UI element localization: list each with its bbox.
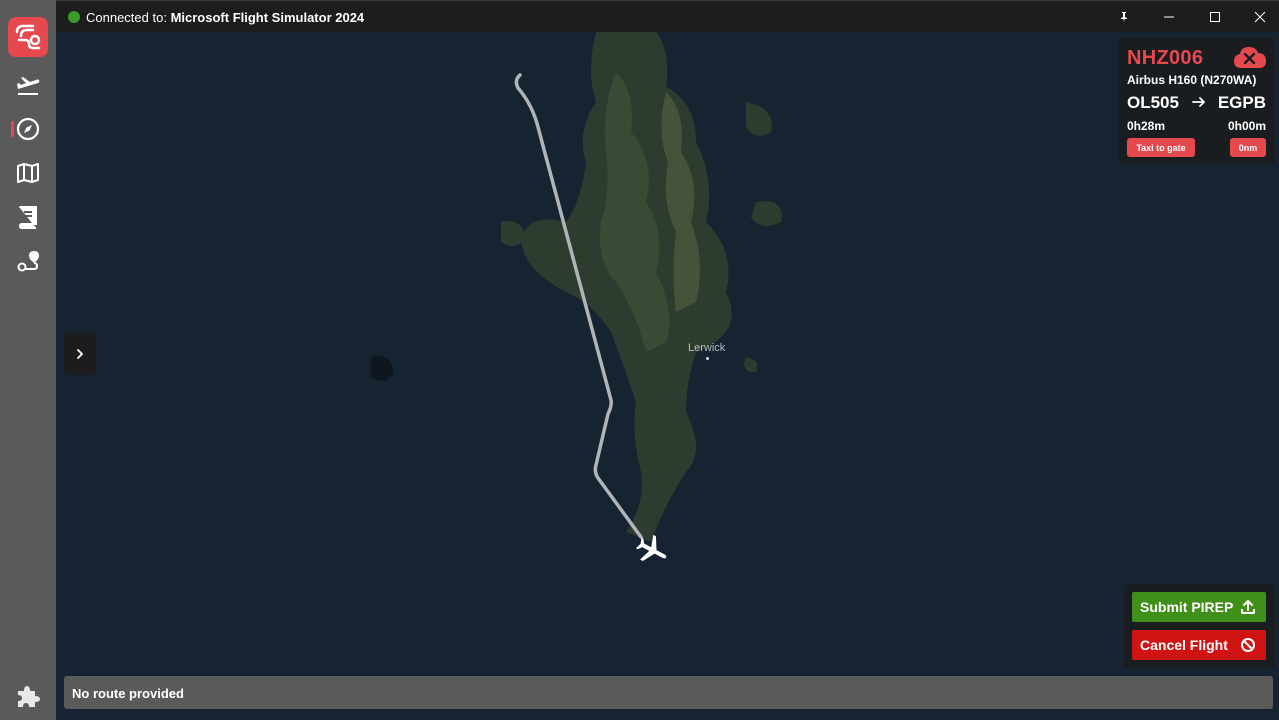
- close-button[interactable]: [1237, 1, 1279, 33]
- minimize-button[interactable]: [1146, 1, 1192, 33]
- puzzle-icon: [18, 686, 40, 707]
- app-window: Connected to: Microsoft Flight Simulator…: [0, 0, 1279, 720]
- expand-panel-button[interactable]: [64, 333, 96, 375]
- cancel-flight-label: Cancel Flight: [1140, 637, 1228, 653]
- app-logo[interactable]: [8, 17, 48, 57]
- compass-icon: [16, 117, 40, 141]
- book-icon: [18, 206, 37, 229]
- sidebar-item-route[interactable]: [0, 243, 56, 279]
- pin-icon: [1121, 12, 1127, 22]
- callsign: NHZ006: [1127, 47, 1204, 69]
- flight-phase-badge: Taxi to gate: [1127, 138, 1195, 157]
- route-icon: [17, 251, 39, 272]
- connected-prefix: Connected to:: [86, 10, 167, 25]
- flight-map[interactable]: Lerwick: [56, 32, 1279, 720]
- maximize-button[interactable]: [1192, 1, 1238, 33]
- maximize-icon: [1210, 12, 1220, 22]
- flight-info-panel: NHZ006 Airbus H160 (N270WA) OL505 EGPB 0…: [1119, 38, 1275, 164]
- chevron-right-icon: [77, 349, 83, 359]
- elapsed-time: 0h28m: [1127, 119, 1166, 133]
- departure-airport: OL505: [1127, 93, 1179, 112]
- route-text: No route provided: [72, 686, 184, 701]
- active-indicator: [11, 121, 14, 137]
- town-marker: [706, 357, 709, 360]
- sidebar-item-navigation[interactable]: [0, 111, 56, 147]
- connection-status: Connected to: Microsoft Flight Simulator…: [86, 10, 364, 25]
- ban-icon: [1236, 637, 1260, 653]
- upload-icon: [1236, 599, 1260, 615]
- sidebar-item-logbook[interactable]: [0, 199, 56, 235]
- arrival-airport: EGPB: [1217, 93, 1266, 112]
- cancel-flight-button[interactable]: Cancel Flight: [1132, 630, 1266, 660]
- map-layer: [371, 32, 782, 561]
- aircraft-type: Airbus H160 (N270WA): [1127, 73, 1257, 87]
- plane-departure-icon: [17, 77, 40, 95]
- flight-actions-panel: Submit PIREP Cancel Flight: [1124, 584, 1275, 668]
- sidebar-item-map[interactable]: [0, 155, 56, 191]
- submit-pirep-label: Submit PIREP: [1140, 599, 1234, 615]
- title-bar: Connected to: Microsoft Flight Simulator…: [56, 0, 1279, 32]
- connection-status-icon: [68, 11, 80, 23]
- map-label-town: Lerwick: [688, 342, 726, 354]
- map-icon: [17, 163, 39, 183]
- sidebar-item-plugins[interactable]: [0, 678, 56, 714]
- cloud-error-icon[interactable]: [1232, 44, 1268, 70]
- sidebar-item-flights[interactable]: [0, 67, 56, 103]
- simulator-name: Microsoft Flight Simulator 2024: [170, 10, 365, 25]
- pin-button[interactable]: [1101, 1, 1147, 33]
- logo-icon: [15, 24, 41, 50]
- island-landmass: [371, 32, 782, 542]
- sidebar: [0, 0, 56, 720]
- minimize-icon: [1164, 16, 1174, 18]
- remaining-time: 0h00m: [1227, 119, 1266, 133]
- route-bar: No route provided: [64, 676, 1273, 709]
- distance-badge: 0nm: [1230, 138, 1266, 157]
- submit-pirep-button[interactable]: Submit PIREP: [1132, 592, 1266, 622]
- arrow-right-icon: [1192, 97, 1205, 107]
- close-icon: [1254, 11, 1266, 23]
